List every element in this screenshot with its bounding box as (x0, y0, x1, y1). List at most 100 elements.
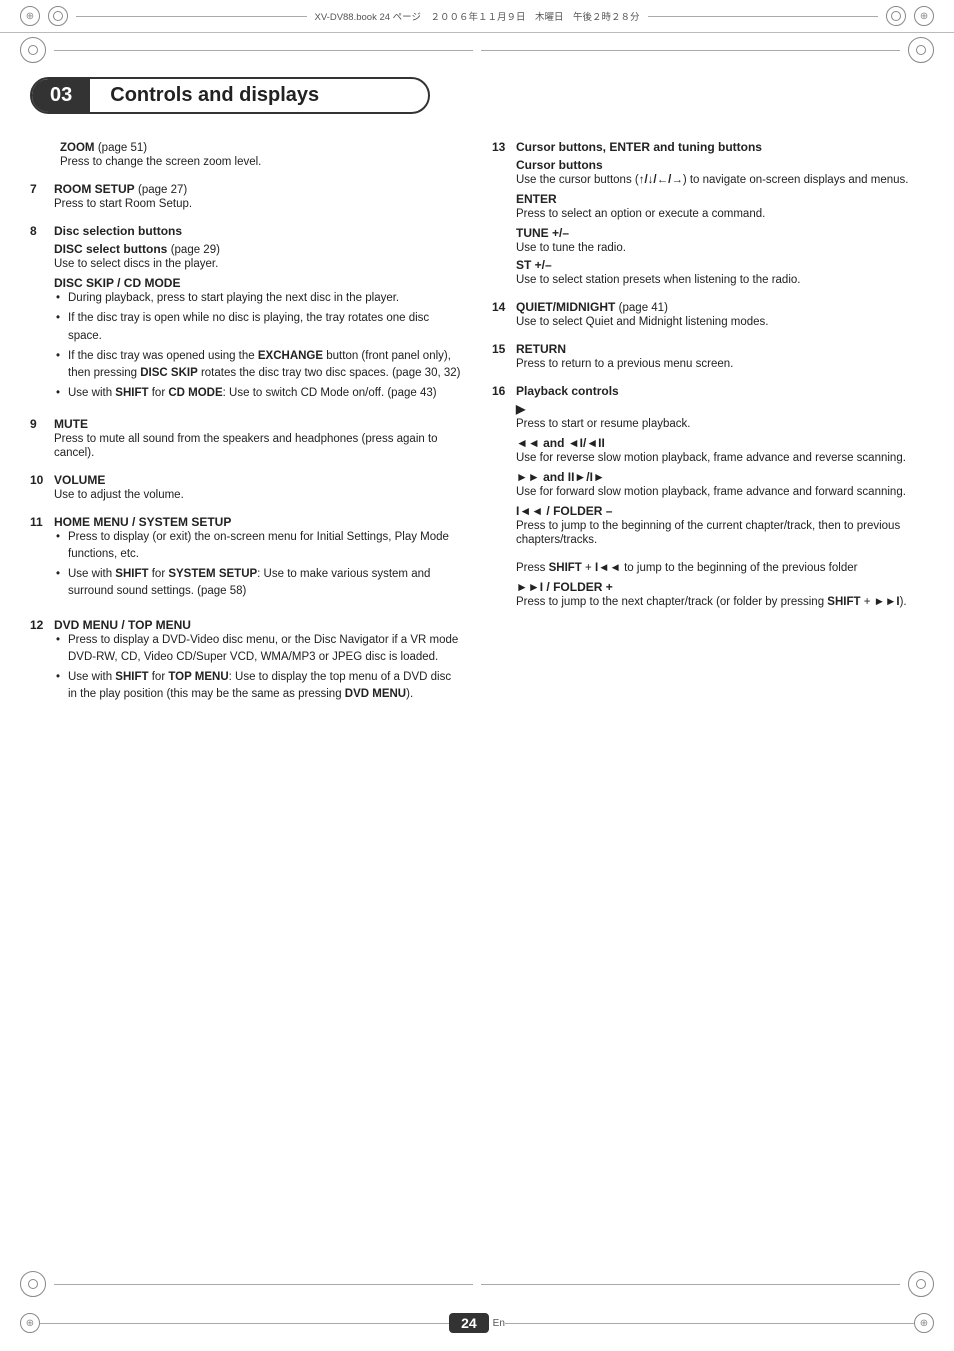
tune-subsection: TUNE +/– Use to tune the radio. (516, 226, 924, 254)
item14-page-ref: (page 41) (619, 302, 668, 314)
rew-description: Use for reverse slow motion playback, fr… (516, 452, 906, 464)
next-subsection: ►►I / FOLDER + Press to jump to the next… (516, 580, 924, 608)
disc-skip-bullets: During playback, press to start playing … (54, 290, 462, 403)
item14-description: Use to select Quiet and Midnight listeni… (516, 316, 769, 328)
disc-select-title: DISC select buttons (54, 242, 167, 256)
header-circle-left (48, 6, 68, 26)
item12-bullet-1: Press to display a DVD-Video disc menu, … (54, 632, 462, 667)
item10-description: Use to adjust the volume. (54, 489, 184, 501)
item15-number: 15 (492, 342, 508, 370)
chapter-title: Controls and displays (90, 79, 339, 112)
item7-description: Press to start Room Setup. (54, 198, 192, 210)
item11-bullets: Press to display (or exit) the on-screen… (54, 529, 462, 601)
item10-number: 10 (30, 473, 46, 501)
item16-number: 16 (492, 384, 508, 398)
item13-section: 13 Cursor buttons, ENTER and tuning butt… (492, 140, 924, 286)
item13-number: 13 (492, 140, 508, 154)
rew-subsection: ◄◄ and ◄I/◄II Use for reverse slow motio… (516, 436, 924, 464)
fwd-symbol: ►► and II►/I► (516, 470, 605, 484)
fwd-subsection: ►► and II►/I► Use for forward slow motio… (516, 470, 924, 498)
corner-circle-bottomright (908, 1271, 934, 1297)
cursor-description: Use the cursor buttons (↑/↓/←/→) to navi… (516, 174, 908, 186)
zoom-description: Press to change the screen zoom level. (60, 156, 261, 168)
tune-title: TUNE +/– (516, 226, 569, 240)
item12-section: 12 DVD MENU / TOP MENU Press to display … (30, 618, 462, 707)
item11-section: 11 HOME MENU / SYSTEM SETUP Press to dis… (30, 515, 462, 604)
prev-symbol: I◄◄ / FOLDER – (516, 504, 612, 518)
cursor-subsection: Cursor buttons Use the cursor buttons (↑… (516, 158, 924, 186)
enter-subsection: ENTER Press to select an option or execu… (516, 192, 924, 220)
st-description: Use to select station presets when liste… (516, 274, 800, 286)
page-header: ⊕ XV-DV88.book 24 ページ ２００６年１１月９日 木曜日 午後２… (0, 0, 954, 33)
left-column: ZOOM (page 51) Press to change the scree… (30, 140, 462, 721)
item12-bullet-2: Use with SHIFT for TOP MENU: Use to disp… (54, 669, 462, 704)
item14-label: QUIET/MIDNIGHT (516, 300, 615, 314)
main-content: ZOOM (page 51) Press to change the scree… (0, 130, 954, 741)
next-symbol: ►►I / FOLDER + (516, 580, 613, 594)
disc-skip-bullet-3: If the disc tray was opened using the EX… (54, 348, 462, 383)
right-column: 13 Cursor buttons, ENTER and tuning butt… (492, 140, 924, 721)
item11-label: HOME MENU / SYSTEM SETUP (54, 515, 231, 529)
item7-section: 7 ROOM SETUP (page 27) Press to start Ro… (30, 182, 462, 210)
item10-label: VOLUME (54, 473, 105, 487)
rew-symbol: ◄◄ and ◄I/◄II (516, 436, 605, 450)
bottom-corner-row (0, 1267, 954, 1301)
next-description: Press to jump to the next chapter/track … (516, 596, 907, 608)
play-description: Press to start or resume playback. (516, 418, 690, 430)
item11-number: 11 (30, 515, 46, 604)
tune-description: Use to tune the radio. (516, 242, 626, 254)
header-line-right (648, 16, 879, 17)
st-subsection: ST +/– Use to select station presets whe… (516, 258, 924, 286)
item9-label: MUTE (54, 417, 88, 431)
item15-description: Press to return to a previous menu scree… (516, 358, 733, 370)
item15-section: 15 RETURN Press to return to a previous … (492, 342, 924, 370)
cursor-title: Cursor buttons (516, 158, 603, 172)
zoom-section: ZOOM (page 51) Press to change the scree… (30, 140, 462, 168)
item10-section: 10 VOLUME Use to adjust the volume. (30, 473, 462, 501)
chapter-number: 03 (32, 79, 90, 112)
footer-reg-right: ⊕ (914, 1313, 934, 1333)
item14-section: 14 QUIET/MIDNIGHT (page 41) Use to selec… (492, 300, 924, 328)
item12-label: DVD MENU / TOP MENU (54, 618, 191, 632)
page-language: En (493, 1318, 505, 1329)
prev-desc2: Press SHIFT + I◄◄ to jump to the beginni… (516, 562, 857, 574)
fwd-description: Use for forward slow motion playback, fr… (516, 486, 906, 498)
item14-number: 14 (492, 300, 508, 328)
chapter-header: 03 Controls and displays (30, 77, 430, 114)
disc-select-description: Use to select discs in the player. (54, 258, 218, 270)
item12-number: 12 (30, 618, 46, 707)
item16-label: Playback controls (516, 384, 619, 398)
disc-skip-subsection: DISC SKIP / CD MODE During playback, pre… (54, 276, 462, 403)
item11-bullet-1: Press to display (or exit) the on-screen… (54, 529, 462, 564)
item11-bullet-2: Use with SHIFT for SYSTEM SETUP: Use to … (54, 566, 462, 601)
item9-number: 9 (30, 417, 46, 459)
sub-header (0, 33, 954, 67)
item12-bullets: Press to display a DVD-Video disc menu, … (54, 632, 462, 704)
st-title: ST +/– (516, 258, 552, 272)
page-number-area: 24 En (449, 1313, 505, 1333)
disc-skip-bullet-2: If the disc tray is open while no disc i… (54, 310, 462, 345)
corner-circle-topright (908, 37, 934, 63)
item7-label: ROOM SETUP (54, 182, 135, 196)
page-footer: ⊕ 24 En ⊕ (0, 1313, 954, 1333)
footer-reg-left: ⊕ (20, 1313, 40, 1333)
item9-section: 9 MUTE Press to mute all sound from the … (30, 417, 462, 459)
enter-title: ENTER (516, 192, 557, 206)
zoom-label: ZOOM (60, 142, 95, 154)
corner-circle-topleft (20, 37, 46, 63)
corner-circle-bottomleft (20, 1271, 46, 1297)
disc-skip-bullet-1: During playback, press to start playing … (54, 290, 462, 307)
prev-desc1: Press to jump to the beginning of the cu… (516, 520, 900, 546)
prev-subsection: I◄◄ / FOLDER – Press to jump to the begi… (516, 504, 924, 574)
item8-label: Disc selection buttons (54, 224, 182, 238)
header-circle-right (886, 6, 906, 26)
item15-label: RETURN (516, 342, 566, 356)
disc-select-subsection: DISC select buttons (page 29) Use to sel… (54, 242, 462, 270)
item8-number: 8 (30, 224, 46, 238)
disc-select-page-ref: (page 29) (171, 244, 220, 256)
play-subsection: ▶ Press to start or resume playback. (516, 402, 924, 430)
zoom-page-ref: (page 51) (98, 142, 147, 154)
item16-subsections: ▶ Press to start or resume playback. ◄◄ … (516, 402, 924, 608)
enter-description: Press to select an option or execute a c… (516, 208, 765, 220)
item13-label: Cursor buttons, ENTER and tuning buttons (516, 140, 762, 154)
